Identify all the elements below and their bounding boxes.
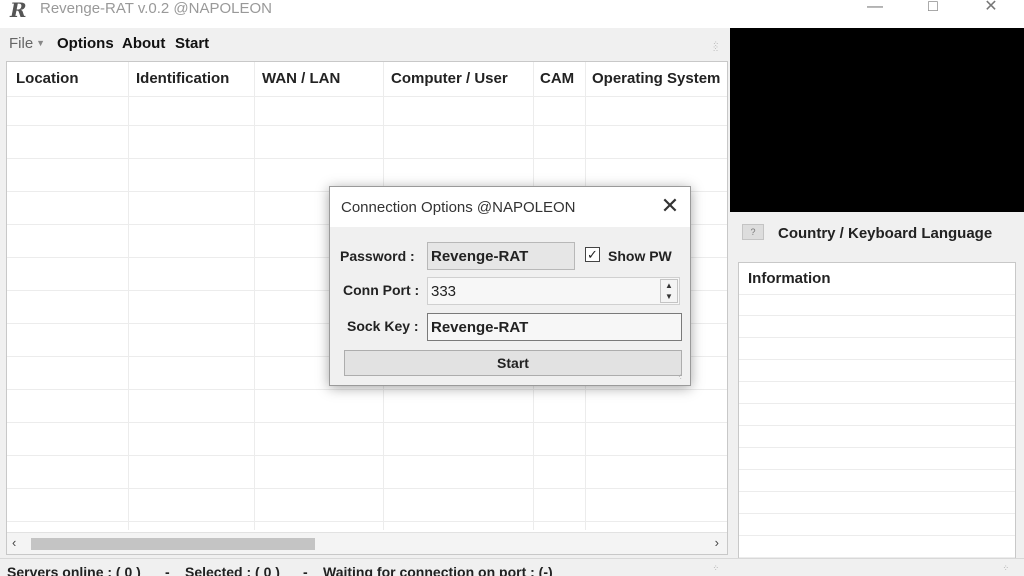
column-divider bbox=[254, 62, 255, 530]
main-window: R Revenge-RAT v.0.2 @NAPOLEON — □ ✕ File… bbox=[0, 0, 1024, 576]
show-pw-label[interactable]: Show PW bbox=[608, 248, 672, 264]
status-bar: Servers online : ( 0 ) - Selected : ( 0 … bbox=[0, 558, 1024, 576]
close-window-button[interactable]: ✕ bbox=[968, 0, 1014, 20]
column-header-operating-system[interactable]: Operating System bbox=[592, 70, 720, 87]
menu-file-label: File bbox=[9, 35, 34, 52]
menu-bar: File ▼ Options About Start ·:·:·: bbox=[0, 32, 728, 56]
dialog-title-bar: Connection Options @NAPOLEON ✕ bbox=[330, 187, 690, 227]
window-title: Revenge-RAT v.0.2 @NAPOLEON bbox=[40, 0, 272, 17]
information-list[interactable]: Information bbox=[738, 262, 1016, 576]
row-divider bbox=[739, 535, 1015, 536]
row-divider bbox=[739, 315, 1015, 316]
menu-start[interactable]: Start bbox=[175, 35, 209, 52]
column-header-location[interactable]: Location bbox=[16, 70, 79, 87]
information-header: Information bbox=[748, 270, 831, 287]
start-button[interactable]: Start bbox=[344, 350, 682, 376]
spin-up-icon[interactable]: ▲ bbox=[661, 280, 677, 291]
status-separator: - bbox=[165, 564, 170, 576]
horizontal-scrollbar[interactable]: ‹ › bbox=[7, 532, 727, 554]
password-label: Password : bbox=[340, 248, 415, 264]
row-divider bbox=[7, 521, 727, 522]
list-header: Location Identification WAN / LAN Comput… bbox=[7, 62, 727, 96]
resize-grip-icon: ·:· bbox=[1003, 563, 1009, 572]
sock-key-label: Sock Key : bbox=[347, 318, 419, 334]
row-divider bbox=[7, 422, 727, 423]
resize-grip-icon: ·:·:·: bbox=[713, 39, 719, 53]
resize-grip-icon: ·:· bbox=[713, 563, 719, 572]
servers-online-status: Servers online : ( 0 ) bbox=[7, 564, 141, 576]
screen-preview bbox=[730, 28, 1024, 212]
conn-port-label: Conn Port : bbox=[343, 282, 420, 298]
sock-key-field[interactable] bbox=[427, 313, 682, 341]
row-divider bbox=[7, 96, 727, 97]
status-separator: - bbox=[303, 564, 308, 576]
column-header-computer-user[interactable]: Computer / User bbox=[391, 70, 508, 87]
conn-port-stepper[interactable] bbox=[427, 277, 680, 305]
port-spinner[interactable]: ▲ ▼ bbox=[660, 279, 678, 303]
column-header-identification[interactable]: Identification bbox=[136, 70, 229, 87]
row-divider bbox=[7, 125, 727, 126]
close-icon[interactable]: ✕ bbox=[656, 194, 684, 220]
title-bar: R Revenge-RAT v.0.2 @NAPOLEON — □ ✕ bbox=[0, 0, 1024, 28]
resize-grip-icon: ·: bbox=[678, 372, 682, 381]
scroll-right-icon[interactable]: › bbox=[715, 535, 719, 550]
scroll-left-icon[interactable]: ‹ bbox=[12, 535, 16, 550]
flag-icon: ? bbox=[742, 224, 764, 240]
row-divider bbox=[739, 447, 1015, 448]
row-divider bbox=[7, 389, 727, 390]
connection-port-status: Waiting for connection on port : (-) bbox=[323, 564, 553, 576]
maximize-button[interactable]: □ bbox=[910, 0, 956, 20]
menu-options[interactable]: Options bbox=[57, 35, 114, 52]
column-divider bbox=[128, 62, 129, 530]
row-divider bbox=[739, 359, 1015, 360]
country-keyboard-language-label: Country / Keyboard Language bbox=[778, 225, 993, 242]
row-divider bbox=[739, 403, 1015, 404]
row-divider bbox=[739, 381, 1015, 382]
menu-file[interactable]: File ▼ bbox=[9, 35, 45, 52]
spin-down-icon[interactable]: ▼ bbox=[661, 291, 677, 302]
minimize-button[interactable]: — bbox=[852, 0, 898, 20]
row-divider bbox=[739, 469, 1015, 470]
column-header-wan-lan[interactable]: WAN / LAN bbox=[262, 70, 340, 87]
row-divider bbox=[739, 294, 1015, 295]
row-divider bbox=[739, 491, 1015, 492]
row-divider bbox=[7, 455, 727, 456]
selected-count-status: Selected : ( 0 ) bbox=[185, 564, 280, 576]
row-divider bbox=[739, 337, 1015, 338]
column-header-cam[interactable]: CAM bbox=[540, 70, 574, 87]
chevron-down-icon: ▼ bbox=[36, 38, 46, 48]
dialog-title: Connection Options @NAPOLEON bbox=[341, 199, 576, 216]
connection-options-dialog: Connection Options @NAPOLEON ✕ Password … bbox=[329, 186, 691, 386]
scrollbar-thumb[interactable] bbox=[31, 538, 315, 550]
row-divider bbox=[7, 488, 727, 489]
password-field[interactable] bbox=[427, 242, 575, 270]
row-divider bbox=[739, 425, 1015, 426]
row-divider bbox=[739, 513, 1015, 514]
menu-about[interactable]: About bbox=[122, 35, 165, 52]
app-logo-icon: R bbox=[10, 0, 27, 22]
show-pw-checkbox[interactable]: ✓ bbox=[585, 247, 600, 262]
row-divider bbox=[7, 158, 727, 159]
